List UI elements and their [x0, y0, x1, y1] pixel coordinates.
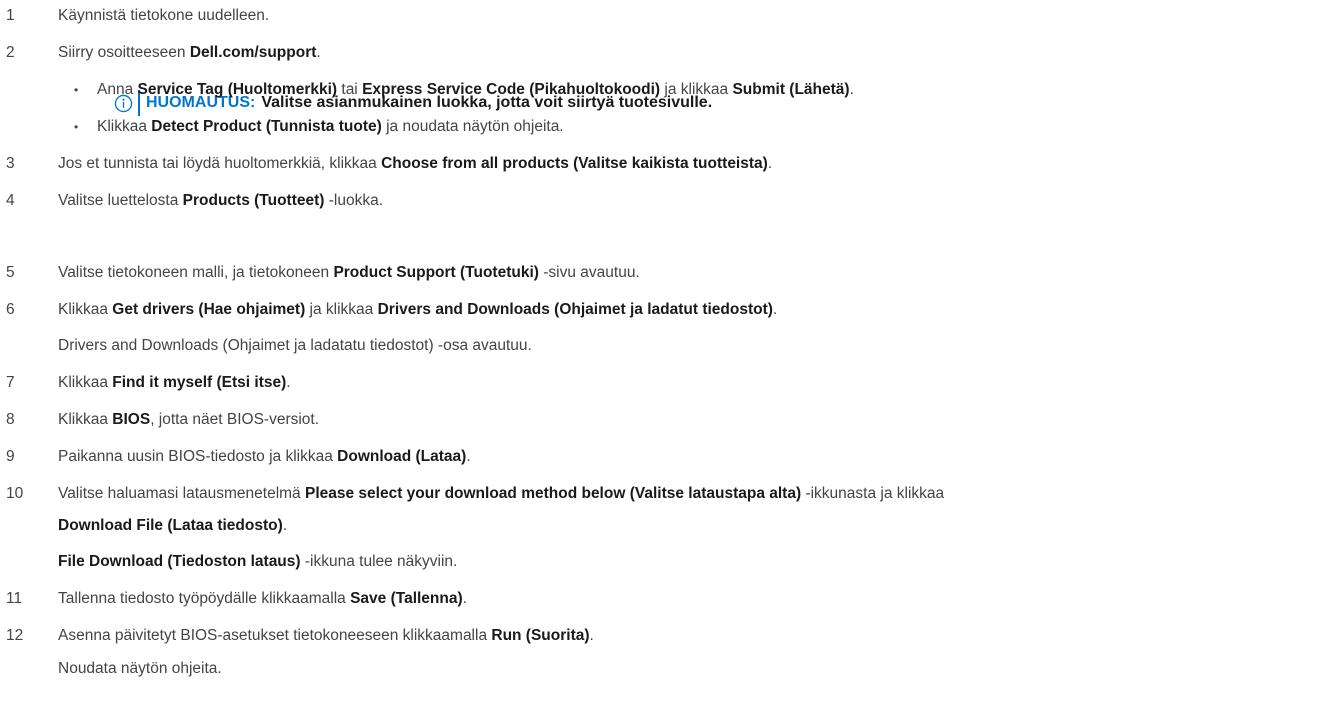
text-run: ja klikkaa: [660, 81, 733, 98]
step-text: Drivers and Downloads (Ohjaimet ja ladat…: [58, 336, 532, 356]
text-run: Valitse tietokoneen malli, ja tietokonee…: [58, 264, 334, 281]
text-run: .: [589, 627, 594, 644]
step-number: 2: [6, 44, 15, 61]
ui-term: Service Tag (Huoltomerkki): [137, 81, 338, 98]
text-run: Klikkaa: [97, 118, 152, 135]
ui-term: Download (Lataa): [337, 448, 467, 465]
step-text: Klikkaa Detect Product (Tunnista tuote) …: [97, 117, 564, 137]
text-run: Anna: [97, 81, 138, 98]
text-run: Klikkaa: [58, 301, 113, 318]
ui-term: Product Support (Tuotetuki): [333, 264, 539, 281]
step-text: Asenna päivitetyt BIOS-asetukset tietoko…: [58, 626, 594, 646]
text-run: .: [772, 301, 778, 318]
text-run: .: [282, 517, 288, 534]
step-text: Paikanna uusin BIOS-tiedosto ja klikkaa …: [58, 447, 471, 467]
step-text: Klikkaa Find it myself (Etsi itse).: [58, 373, 291, 393]
ui-term: File Download (Tiedoston lataus): [58, 553, 301, 570]
step-text: Klikkaa BIOS, jotta näet BIOS-versiot.: [58, 410, 319, 430]
text-run: .: [286, 374, 291, 391]
text-run: Klikkaa: [58, 411, 113, 428]
text-run: Asenna päivitetyt BIOS-asetukset tietoko…: [58, 627, 492, 644]
text-run: Siirry osoitteeseen: [58, 44, 190, 61]
text-run: Käynnistä tietokone uudelleen.: [58, 7, 270, 24]
ui-term: Run (Suorita): [491, 627, 590, 644]
text-run: -luokka.: [324, 192, 384, 209]
step-number: 5: [6, 264, 15, 281]
step-text: File Download (Tiedoston lataus) -ikkuna…: [58, 552, 457, 572]
ui-term: Choose from all products (Valitse kaikis…: [381, 155, 768, 172]
text-run: tai: [337, 81, 363, 98]
step-number: 10: [6, 485, 24, 502]
step-text: Tallenna tiedosto työpöydälle klikkaamal…: [58, 589, 467, 609]
step-number: 1: [6, 7, 15, 24]
step-number: 4: [6, 192, 15, 209]
ui-term: Get drivers (Hae ohjaimet): [112, 301, 306, 318]
text-run: Valitse luettelosta: [58, 192, 183, 209]
step-text: Download File (Lataa tiedosto).: [58, 516, 287, 536]
step-text: Anna Service Tag (Huoltomerkki) tai Expr…: [97, 80, 854, 100]
text-run: Jos et tunnista tai löydä huoltomerkkiä,…: [58, 155, 382, 172]
step-text: Klikkaa Get drivers (Hae ohjaimet) ja kl…: [58, 300, 777, 320]
step-number: 9: [6, 448, 15, 465]
ui-term: Please select your download method below…: [304, 485, 802, 502]
ui-term: Find it myself (Etsi itse): [112, 374, 287, 391]
bullet-icon: •: [74, 120, 79, 134]
step-text: Noudata näytön ohjeita.: [58, 659, 222, 679]
ui-term: Drivers and Downloads (Ohjaimet ja ladat…: [377, 301, 773, 318]
text-run: Paikanna uusin BIOS-tiedosto ja klikkaa: [58, 448, 338, 465]
step-number: 7: [6, 374, 15, 391]
text-run: .: [849, 81, 854, 98]
text-run: .: [462, 590, 467, 607]
text-run: -ikkunasta ja klikkaa: [801, 485, 945, 502]
instruction-document: HUOMAUTUS: Valitse asianmukainen luokka,…: [0, 0, 1321, 710]
ui-term: BIOS: [112, 411, 151, 428]
step-text: Käynnistä tietokone uudelleen.: [58, 6, 269, 26]
step-number: 12: [6, 627, 24, 644]
text-run: .: [316, 44, 321, 61]
ui-term: Detect Product (Tunnista tuote): [151, 118, 382, 135]
text-run: Tallenna tiedosto työpöydälle klikkaamal…: [58, 590, 351, 607]
text-run: Valitse haluamasi lataus­menetelmä: [58, 485, 305, 502]
text-run: ja noudata näytön ohjeita.: [381, 118, 564, 135]
text-run: .: [466, 448, 471, 465]
ui-term: Submit (Lähetä): [732, 81, 850, 98]
text-run: ja klikkaa: [305, 301, 378, 318]
step-text: Valitse haluamasi lataus­menetelmä Pleas…: [58, 484, 944, 504]
ui-term: Express Service Code (Pikahuoltokoodi): [362, 81, 661, 98]
ui-term: Download File (Lataa tiedosto): [58, 517, 283, 534]
ui-term: Dell.com/support: [189, 44, 317, 61]
text-run: Noudata näytön ohjeita.: [58, 660, 222, 677]
step-number: 3: [6, 155, 15, 172]
step-text: Jos et tunnista tai löydä huoltomerkkiä,…: [58, 154, 772, 174]
step-number: 8: [6, 411, 15, 428]
ui-term: Products (Tuotteet): [182, 192, 325, 209]
step-text: Siirry osoitteeseen Dell.com/support.: [58, 43, 321, 63]
text-run: .: [767, 155, 773, 172]
bullet-icon: •: [74, 83, 79, 97]
text-run: , jotta näet BIOS-versiot.: [150, 411, 320, 428]
text-run: -sivu avautuu.: [538, 264, 640, 281]
step-text: Valitse tietokoneen malli, ja tietokonee…: [58, 263, 640, 283]
text-run: Klikkaa: [58, 374, 113, 391]
step-number: 6: [6, 301, 15, 318]
step-text: Valitse luettelosta Products (Tuotteet) …: [58, 191, 383, 211]
step-number: 11: [6, 590, 23, 607]
text-run: Drivers and Downloads (Ohjaimet ja ladat…: [58, 337, 532, 354]
ui-term: Save (Tallenna): [350, 590, 463, 607]
text-run: -ikkuna tulee näkyviin.: [300, 553, 458, 570]
